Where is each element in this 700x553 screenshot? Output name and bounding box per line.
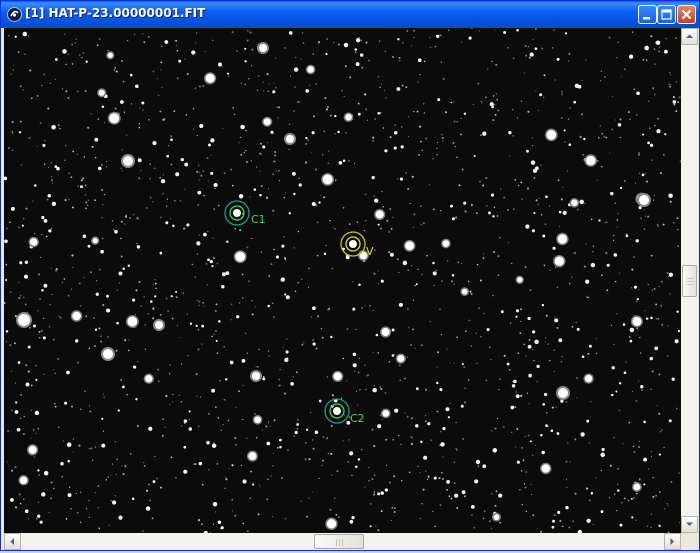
image-canvas[interactable]: C1 V C2 — [4, 28, 681, 533]
marker-c1-label: C1 — [251, 213, 266, 226]
scrollbar-corner — [681, 533, 698, 550]
arrow-right-icon — [670, 538, 674, 545]
scroll-down-button[interactable] — [681, 516, 698, 533]
scroll-up-button[interactable] — [681, 28, 698, 45]
vertical-scrollbar[interactable] — [681, 28, 698, 533]
horizontal-scroll-thumb[interactable] — [314, 534, 364, 549]
marker-v-outer-ring — [340, 231, 366, 257]
marker-c2[interactable]: C2 — [324, 398, 365, 425]
app-icon[interactable] — [7, 7, 22, 22]
arrow-left-icon — [10, 538, 14, 545]
horizontal-scrollbar[interactable] — [4, 533, 681, 550]
marker-c1-inner-ring — [229, 205, 245, 221]
marker-c2-label: C2 — [350, 412, 365, 425]
minimize-icon — [643, 17, 650, 20]
marker-v[interactable]: V — [340, 231, 374, 258]
marker-c1-outer-ring — [224, 200, 250, 226]
minimize-button[interactable] — [638, 5, 657, 24]
marker-v-label: V — [366, 245, 374, 258]
marker-c2-outer-ring — [324, 398, 350, 424]
marker-overlay: C1 V C2 — [224, 200, 374, 425]
scroll-left-button[interactable] — [4, 533, 21, 550]
arrow-up-icon — [686, 34, 693, 38]
maximize-icon — [661, 9, 672, 20]
marker-c2-inner-ring — [329, 403, 345, 419]
close-icon — [681, 9, 692, 20]
scroll-right-button[interactable] — [664, 533, 681, 550]
marker-v-inner-ring — [345, 236, 361, 252]
arrow-down-icon — [686, 522, 693, 526]
marker-c1[interactable]: C1 — [224, 200, 266, 226]
fits-image-window: [1] HAT-P-23.00000001.FIT C1 V C2 — [0, 0, 700, 551]
window-title: [1] HAT-P-23.00000001.FIT — [25, 6, 206, 20]
close-button[interactable] — [677, 5, 696, 24]
maximize-button[interactable] — [657, 5, 676, 24]
vertical-scroll-thumb[interactable] — [682, 265, 697, 297]
title-bar[interactable]: [1] HAT-P-23.00000001.FIT — [1, 1, 699, 28]
